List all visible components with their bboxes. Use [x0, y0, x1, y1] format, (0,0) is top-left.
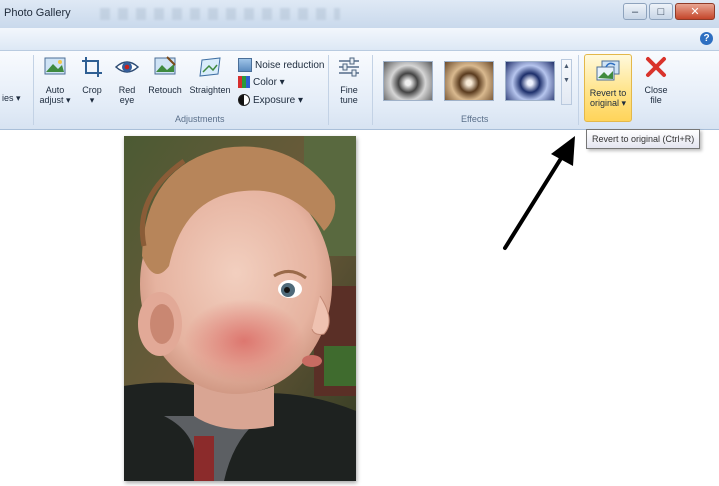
revert-label-1: Revert to — [589, 88, 627, 98]
straighten-button[interactable]: Straighten — [187, 55, 233, 95]
red-eye-icon — [114, 61, 140, 73]
revert-tooltip: Revert to original (Ctrl+R) — [586, 129, 701, 149]
crop-label: Crop — [82, 85, 102, 95]
retouch-label: Retouch — [148, 85, 182, 95]
color-label: Color ▾ — [253, 76, 285, 88]
quick-access-toolbar[interactable] — [100, 8, 340, 20]
color-button[interactable]: Color ▾ — [238, 76, 285, 88]
crop-dropdown: ▾ — [89, 95, 95, 105]
crop-button[interactable]: Crop ▾ — [78, 55, 106, 105]
group-separator — [328, 55, 329, 125]
straighten-icon — [199, 57, 221, 77]
partial-ribbon-label: ies ▾ — [2, 93, 21, 103]
revert-to-original-button[interactable]: Revert to original ▾ — [584, 54, 632, 122]
revert-icon — [596, 60, 620, 81]
close-file-button[interactable]: Close file — [640, 55, 672, 105]
auto-adjust-label-2: adjust ▾ — [39, 95, 71, 105]
effects-group-label: Effects — [461, 114, 489, 124]
straighten-label: Straighten — [189, 85, 231, 95]
maximize-button[interactable]: □ — [649, 3, 673, 20]
ribbon: ies ▾ Auto adjust ▾ Crop ▾ Red eye Retou… — [0, 51, 719, 130]
window-controls: – □ ✕ — [623, 3, 715, 20]
auto-adjust-icon — [44, 57, 66, 75]
effects-gallery-scrollbar[interactable]: ▲ ▼ — [561, 59, 572, 105]
cyan-effect[interactable] — [505, 61, 555, 101]
fine-tune-button[interactable]: Fine tune — [334, 55, 364, 105]
fine-tune-icon — [339, 57, 359, 77]
child-photo — [124, 136, 356, 481]
help-icon[interactable]: ? — [700, 32, 713, 45]
black-and-white-effect[interactable] — [383, 61, 433, 101]
fine-tune-label-2: tune — [340, 95, 358, 105]
retouch-icon — [154, 56, 176, 75]
noise-reduction-button[interactable]: Noise reduction — [238, 58, 324, 72]
color-icon — [238, 76, 250, 88]
auto-adjust-label-1: Auto — [45, 85, 65, 95]
red-eye-label-1: Red — [118, 85, 136, 95]
red-eye-label-2: eye — [119, 95, 135, 105]
title-bar: Photo Gallery – □ ✕ — [0, 0, 719, 28]
group-separator — [578, 55, 579, 125]
exposure-icon — [238, 94, 250, 106]
group-separator — [33, 55, 34, 125]
gallery-up-icon[interactable]: ▲ — [562, 60, 571, 74]
auto-adjust-button[interactable]: Auto adjust ▾ — [38, 55, 72, 105]
close-file-label-1: Close — [644, 85, 668, 95]
red-eye-button[interactable]: Red eye — [113, 55, 141, 105]
close-file-label-2: file — [650, 95, 662, 105]
group-separator — [372, 55, 373, 125]
sepia-effect[interactable] — [444, 61, 494, 101]
gallery-more-icon[interactable]: ▼ — [562, 74, 571, 88]
annotation-arrow — [503, 136, 575, 250]
adjustments-group-label: Adjustments — [175, 114, 225, 124]
window-title: Photo Gallery — [4, 7, 71, 19]
retouch-button[interactable]: Retouch — [146, 55, 184, 95]
minimize-button[interactable]: – — [623, 3, 647, 20]
revert-label-2: original ▾ — [589, 98, 627, 108]
menu-strip: ? — [0, 28, 719, 51]
noise-reduction-icon — [238, 58, 252, 72]
photo-canvas[interactable] — [124, 136, 356, 481]
close-file-icon — [646, 57, 666, 77]
fine-tune-label-1: Fine — [340, 85, 358, 95]
close-window-button[interactable]: ✕ — [675, 3, 715, 20]
noise-reduction-label: Noise reduction — [255, 59, 325, 71]
exposure-label: Exposure ▾ — [253, 94, 304, 106]
crop-icon — [82, 57, 102, 77]
partial-ribbon-button[interactable]: ies ▾ — [2, 93, 21, 103]
exposure-button[interactable]: Exposure ▾ — [238, 94, 303, 106]
